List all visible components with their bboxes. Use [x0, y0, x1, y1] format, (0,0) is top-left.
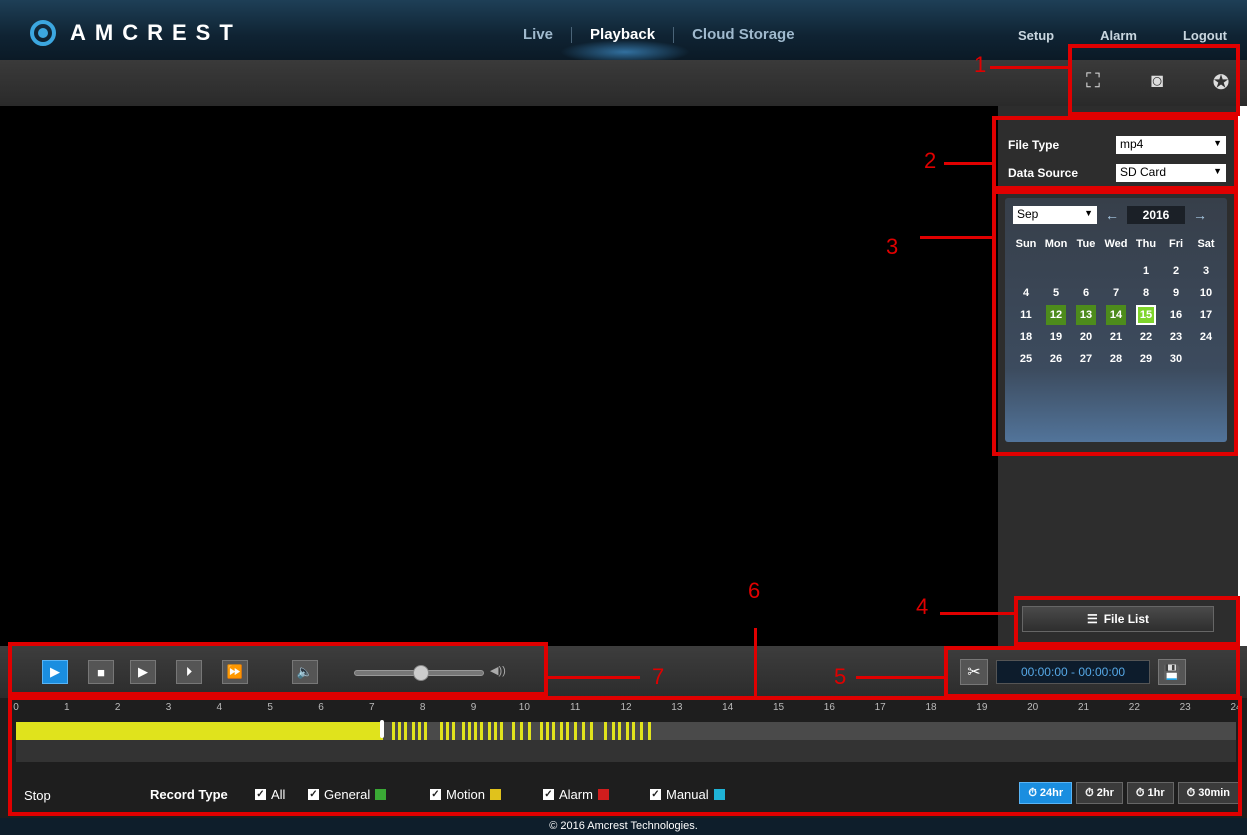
- logo-text: AMCREST: [70, 20, 242, 45]
- annotation-number-5: 5: [834, 664, 847, 689]
- annotation-line-3: [920, 236, 994, 239]
- annotation-number-1: 1: [974, 52, 987, 77]
- main-nav: Live Playback Cloud Storage: [505, 26, 813, 43]
- annotation-line-1: [990, 66, 1070, 69]
- nav-cloud-storage[interactable]: Cloud Storage: [674, 26, 813, 43]
- annotation-number-3: 3: [886, 234, 899, 259]
- alarm-link[interactable]: Alarm: [1100, 28, 1137, 43]
- annotation-line-2: [944, 162, 994, 165]
- annotation-line-6: [754, 628, 757, 698]
- nav-live[interactable]: Live: [505, 26, 571, 43]
- annotation-number-6: 6: [748, 578, 761, 603]
- annotation-number-4: 4: [916, 594, 929, 619]
- annotation-box-5: [944, 646, 1240, 698]
- logout-link[interactable]: Logout: [1183, 28, 1227, 43]
- amcrest-logo: AMCREST: [30, 20, 242, 46]
- video-player[interactable]: [0, 106, 998, 646]
- setup-link[interactable]: Setup: [1018, 28, 1054, 43]
- annotation-box-7: [8, 642, 548, 696]
- annotation-box-1: [1068, 44, 1240, 116]
- annotation-number-7: 7: [652, 664, 665, 689]
- copyright-footer: © 2016 Amcrest Technologies.: [0, 818, 1247, 835]
- annotation-line-5: [856, 676, 946, 679]
- nav-playback[interactable]: Playback: [572, 26, 673, 43]
- top-right-menu: Setup Alarm Logout: [1018, 28, 1227, 43]
- annotation-number-2: 2: [924, 148, 937, 173]
- annotation-line-4: [940, 612, 1016, 615]
- app-header: AMCREST Live Playback Cloud Storage Setu…: [0, 0, 1247, 64]
- logo-icon: [30, 20, 56, 46]
- annotation-box-6: [8, 696, 1242, 816]
- annotation-box-3: [992, 190, 1238, 456]
- annotation-box-4: [1014, 596, 1240, 646]
- annotation-line-7: [548, 676, 640, 679]
- annotation-box-2: [992, 116, 1238, 190]
